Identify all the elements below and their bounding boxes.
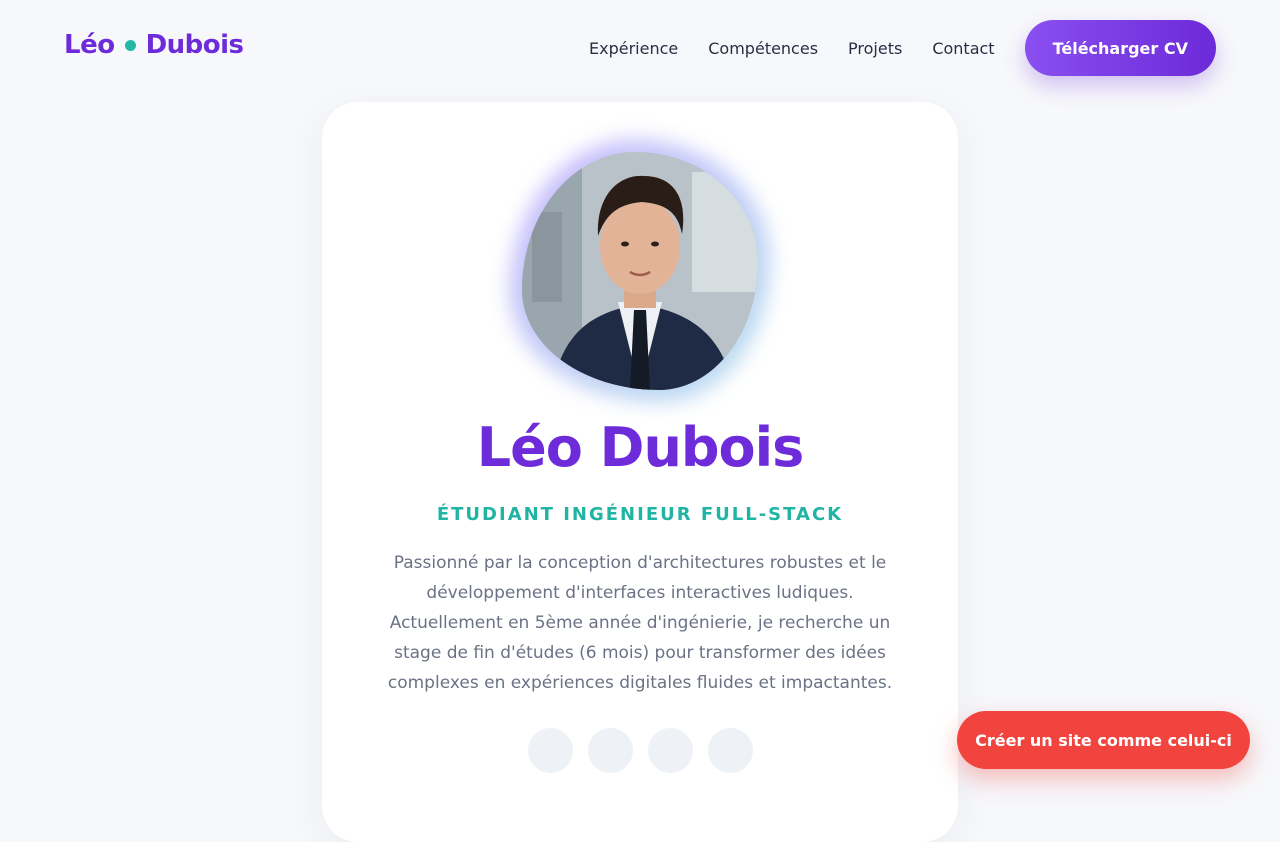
- profile-name: Léo Dubois: [476, 416, 805, 479]
- profile-card: Léo Dubois ÉTUDIANT INGÉNIEUR FULL-STACK…: [322, 102, 958, 842]
- social-link-2-icon[interactable]: [587, 728, 633, 773]
- site-header: Léo Dubois Expérience Compétences Projet…: [0, 0, 1280, 96]
- main-nav: Expérience Compétences Projets Contact T…: [589, 20, 1216, 76]
- social-link-1-icon[interactable]: [527, 728, 573, 773]
- nav-link-experience[interactable]: Expérience: [589, 39, 678, 58]
- profile-photo: [522, 152, 758, 390]
- create-site-button[interactable]: Créer un site comme celui-ci: [957, 711, 1250, 769]
- nav-link-contact[interactable]: Contact: [932, 39, 994, 58]
- profile-photo-icon: [522, 152, 758, 390]
- social-links: [322, 728, 958, 773]
- logo-first-name: Léo: [64, 30, 115, 60]
- nav-link-projets[interactable]: Projets: [848, 39, 902, 58]
- social-link-4-icon[interactable]: [707, 728, 753, 773]
- download-cv-button[interactable]: Télécharger CV: [1024, 20, 1216, 76]
- profile-bio: Passionné par la conception d'architectu…: [387, 553, 893, 693]
- logo-last-name: Dubois: [145, 30, 244, 60]
- avatar-container: [510, 140, 770, 402]
- social-link-3-icon[interactable]: [647, 728, 693, 773]
- nav-link-competences[interactable]: Compétences: [708, 39, 818, 58]
- profile-role: ÉTUDIANT INGÉNIEUR FULL-STACK: [436, 504, 844, 525]
- logo-dot-icon: [124, 39, 136, 51]
- logo[interactable]: Léo Dubois: [64, 30, 244, 60]
